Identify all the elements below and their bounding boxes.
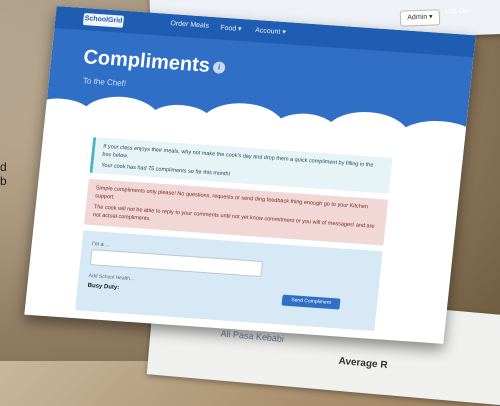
admin-dropdown-button[interactable]: Admin ▾ <box>399 9 441 27</box>
left-edge-text: d b <box>0 160 7 188</box>
busy-duty-label: Busy Duty: <box>87 282 120 292</box>
form-note: Add School Health... <box>88 273 135 283</box>
compliment-form: I'm a ... Add School Health... Busy Duty… <box>75 230 383 332</box>
field-label: I'm a ... <box>91 241 111 249</box>
nav-account-menu[interactable]: Account ▾ <box>255 26 287 36</box>
compliment-input[interactable] <box>89 249 264 278</box>
nav-order-meals[interactable]: Order Meals <box>170 20 209 30</box>
send-compliment-button[interactable]: Send Compliment <box>281 294 341 310</box>
compliments-page: SchoolGrid Order Meals Food ▾ Account ▾ … <box>24 6 476 344</box>
logout-link[interactable]: Log Ou <box>445 8 468 16</box>
school-logo[interactable]: SchoolGrid <box>82 13 125 28</box>
nav-food-menu[interactable]: Food ▾ <box>220 24 242 33</box>
sheet-text-average: Average R <box>338 355 389 372</box>
